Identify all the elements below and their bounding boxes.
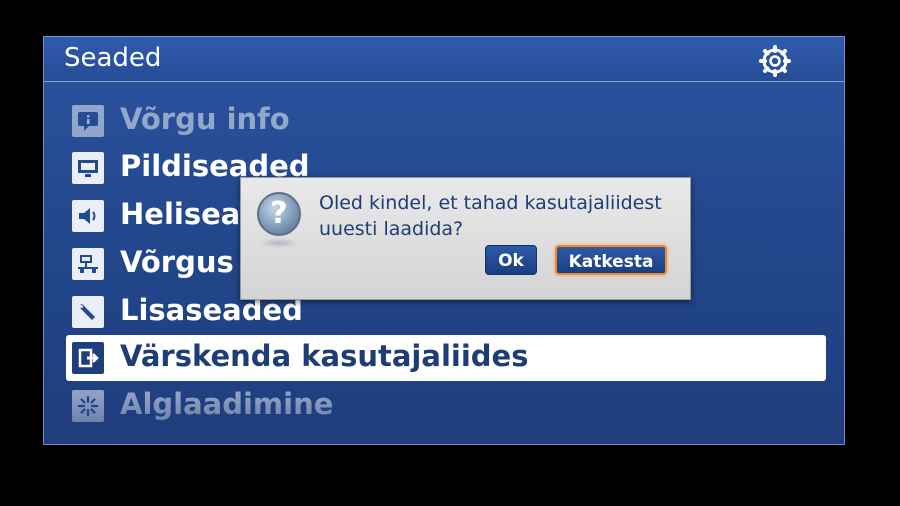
- refresh-exit-icon: [72, 342, 104, 374]
- window-title: Seaded: [64, 43, 162, 73]
- info-icon: [72, 105, 104, 137]
- question-icon-reflection: [259, 238, 299, 248]
- wrench-icon: [72, 296, 104, 328]
- cancel-button[interactable]: Katkesta: [555, 245, 667, 275]
- gear-icon[interactable]: [758, 44, 792, 78]
- menu-item-label: Alglaadimine: [120, 387, 334, 421]
- confirm-dialog: ? Oled kindel, et tahad kasutajaliidest …: [240, 177, 691, 300]
- monitor-icon: [72, 152, 104, 184]
- menu-item-label: Värskenda kasutajaliides: [120, 339, 529, 373]
- menu-item-label: Võrgus: [120, 245, 234, 279]
- title-bar: Seaded: [44, 37, 844, 82]
- menu-item-label: Võrgu info: [120, 102, 290, 136]
- dialog-message-line1: Oled kindel, et tahad kasutajaliidest: [319, 192, 662, 214]
- menu-item-factory-reset[interactable]: Alglaadimine: [66, 383, 826, 429]
- menu-item-refresh-ui[interactable]: Värskenda kasutajaliides: [66, 335, 826, 381]
- network-icon: [72, 248, 104, 280]
- reset-icon: [72, 390, 104, 422]
- ok-button[interactable]: Ok: [485, 245, 537, 275]
- dialog-message-line2: uuesti laadida?: [319, 218, 464, 240]
- dialog-message: Oled kindel, et tahad kasutajaliidest uu…: [319, 190, 679, 242]
- menu-item-network-info[interactable]: Võrgu info: [66, 98, 826, 144]
- question-icon: ?: [257, 192, 301, 236]
- speaker-icon: [72, 200, 104, 232]
